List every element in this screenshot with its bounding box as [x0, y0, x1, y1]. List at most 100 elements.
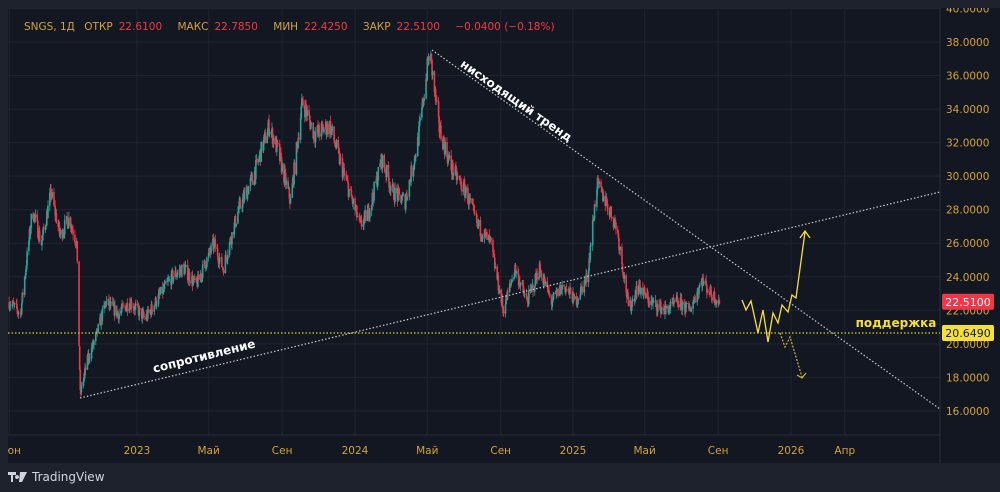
candle-body [446, 142, 448, 157]
candle-body [221, 257, 223, 268]
candle-body [490, 237, 492, 241]
candle-body [299, 118, 302, 140]
candle-body [577, 299, 580, 300]
candle-body [533, 286, 536, 292]
candle-body [226, 255, 229, 260]
candle-body [147, 309, 150, 313]
candle-body [331, 126, 334, 131]
y-tick-label: 24.0000 [946, 272, 989, 284]
candle-body [469, 198, 472, 200]
candle-body [400, 200, 403, 204]
candle-body [594, 204, 596, 207]
candle-body [557, 289, 559, 296]
y-tick-label: 34.0000 [946, 104, 989, 116]
candle-body [456, 175, 459, 177]
candle-body [610, 206, 613, 217]
candle-body [272, 136, 275, 145]
candle-body [163, 283, 166, 289]
candle-body [122, 305, 125, 307]
candle-body [408, 180, 411, 197]
x-tick-label: Сен [708, 445, 729, 457]
candle-body [298, 137, 300, 140]
candle-body [344, 173, 346, 176]
candle-body [482, 237, 484, 239]
y-tick-label: 18.0000 [946, 372, 989, 384]
candle-body [385, 165, 388, 178]
candle-body [652, 301, 655, 302]
candle-body [160, 286, 162, 294]
candle-body [611, 216, 613, 219]
candle-body [168, 279, 171, 281]
candle-body [591, 220, 594, 246]
x-tick-label: Май [634, 445, 656, 457]
candle-body [51, 192, 53, 198]
y-tick-label: 16.0000 [946, 406, 989, 418]
candle-body [619, 246, 621, 250]
chart-frame[interactable]: 16.0000 18.0000 20.0000 22.0000 24.0000 26.00… [8, 8, 1000, 463]
candle-body [185, 265, 187, 267]
candle-body [434, 89, 437, 101]
candle-body [377, 166, 380, 181]
candle-body [461, 189, 463, 192]
candle-body [419, 117, 421, 122]
candle-body [565, 288, 568, 290]
candle-body [335, 139, 338, 149]
candle-body [293, 162, 296, 175]
candle-body [318, 133, 321, 137]
candle-body [502, 311, 505, 314]
candle-body [423, 98, 426, 101]
candle-body [323, 129, 325, 133]
last-price-badge: 22.5100 [945, 296, 991, 309]
candle-body [193, 276, 196, 281]
candle-body [548, 293, 551, 297]
candle-body [621, 246, 623, 265]
candle-body [448, 155, 451, 158]
candle-body [440, 125, 442, 140]
candle-body [615, 222, 617, 230]
candle-body [76, 241, 79, 262]
candle-body [306, 110, 309, 116]
y-tick-label: 32.0000 [946, 138, 989, 150]
candle-body [72, 230, 74, 235]
candle-body [34, 214, 37, 218]
forecast-up-path [741, 231, 806, 343]
x-tick-label: 2023 [124, 445, 151, 457]
close-label: ЗАКР [362, 21, 391, 33]
candle-body [477, 220, 480, 227]
low-label: МИН [273, 21, 299, 33]
candle-body [151, 310, 154, 312]
candle-body [452, 173, 455, 176]
y-tick-label: 38.0000 [946, 37, 989, 49]
candle-body [473, 209, 476, 214]
candle-body [561, 285, 564, 290]
candle-body [176, 272, 179, 276]
candle-body [310, 122, 313, 124]
resistance-label: сопротивление [151, 337, 256, 376]
candle-body [268, 132, 271, 135]
high-value: 22.7850 [214, 21, 258, 33]
candle-body [602, 195, 605, 202]
candle-body [80, 385, 83, 393]
candle-body [711, 297, 713, 301]
x-tick-label: 2026 [778, 445, 805, 457]
candle-body [285, 180, 288, 186]
candle-body [291, 183, 294, 198]
candle-body [235, 223, 237, 227]
tradingview-logo[interactable]: TradingView [8, 470, 105, 484]
price-chart[interactable]: 16.000018.000020.000022.000024.000026.00… [8, 8, 1000, 463]
candle-body [427, 56, 430, 65]
candle-body [139, 308, 141, 309]
candle-body [251, 174, 254, 182]
candle-body [214, 238, 217, 248]
y-tick-label: 40.0000 [946, 8, 989, 15]
x-tick-label: Май [416, 445, 438, 457]
candle-body [648, 302, 651, 306]
candle-body [247, 186, 250, 195]
candle-body [532, 284, 534, 292]
y-tick-label: 26.0000 [946, 238, 989, 250]
support-price-badge: 20.6490 [945, 327, 991, 340]
candle-body [573, 294, 575, 300]
low-value: 22.4250 [304, 21, 348, 33]
candle-body [63, 219, 66, 235]
candle-body [180, 264, 183, 277]
